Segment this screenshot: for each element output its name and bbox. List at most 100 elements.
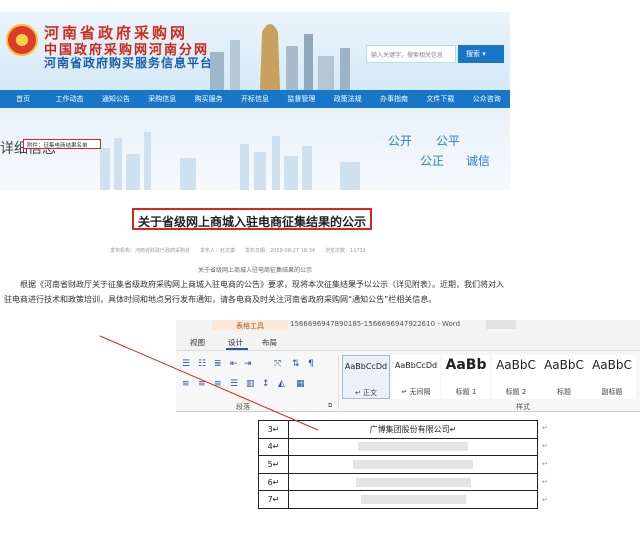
redacted-text — [353, 459, 473, 469]
style-title[interactable]: AaBbC 标题 — [540, 355, 588, 399]
style-name: 标题 — [557, 388, 571, 396]
row-number: 6↵ — [258, 472, 289, 492]
slogan-integrity: 诚信 — [466, 154, 491, 168]
nav-item-services[interactable]: 购买服务 — [185, 94, 231, 104]
ribbon-separator — [338, 355, 339, 409]
style-name: ↵ 无间隔 — [401, 388, 431, 396]
decrease-indent-icon[interactable]: ⇤ — [230, 359, 238, 369]
multilevel-list-icon[interactable]: ≣ — [214, 359, 222, 369]
nav-item-notices[interactable]: 通知公告 — [93, 94, 139, 104]
bullets-icon[interactable]: ☰ — [182, 359, 190, 369]
chinese-layout-icon[interactable]: ⤧ — [274, 359, 281, 369]
increase-indent-icon[interactable]: ⇥ — [244, 359, 252, 369]
style-sample: AaBbCcDd — [344, 362, 388, 371]
end-of-row-mark: ↵ — [542, 496, 548, 504]
paragraph-group-label: 段落 — [236, 403, 250, 411]
word-title-and-tabs: 表格工具 1566696947890185-1566696947922610 -… — [176, 320, 640, 350]
style-sample: AaBbC — [544, 358, 584, 372]
company-cell — [288, 490, 538, 509]
end-of-row-mark: ↵ — [542, 424, 548, 432]
row-number: 4↵ — [258, 437, 289, 457]
sort-icon[interactable]: ⇅ — [292, 359, 300, 369]
detail-banner: 详细信息 公开 公平 公正 诚信 — [0, 108, 510, 190]
article-meta: 发布机构：河南省财政厅政府采购处 发布人：赵文康 发布日期：2019-08-27… — [110, 248, 366, 254]
show-marks-icon[interactable]: ¶ — [308, 359, 314, 369]
end-of-row-mark: ↵ — [542, 460, 548, 468]
style-sample: AaBbC — [496, 358, 536, 372]
company-cell — [288, 437, 538, 457]
table-tools-tab[interactable]: 表格工具 — [212, 320, 288, 330]
justify-icon[interactable]: ☰ — [230, 379, 238, 389]
align-right-icon[interactable]: ≡ — [214, 379, 222, 389]
nav-item-supervision[interactable]: 监督管理 — [278, 94, 324, 104]
style-name: ↵ 正文 — [354, 389, 378, 397]
style-heading-1[interactable]: AaBb 标题 1 — [442, 355, 490, 399]
table-row: 7↵ — [258, 490, 538, 509]
table-row: 6↵ — [258, 472, 538, 492]
table-row: 3↵ 广博集团股份有限公司↵ — [258, 420, 538, 439]
attachment-link[interactable]: 附件：征集电商结果名单 — [23, 139, 101, 149]
distributed-icon[interactable]: ▥ — [246, 379, 255, 389]
site-header: 河南省政府采购网 中国政府采购网河南分网 河南省政府购买服务信息平台 输入关键字… — [0, 12, 510, 90]
paragraph-group: ☰ ☷ ≣ ⇤ ⇥ ⤧ ⇅ ¶ ≡ ≡ ≡ ☰ ▥ ↕ ◭ ▦ — [178, 357, 328, 403]
article: 关于省级网上商城入驻电商征集结果的公示 发布机构：河南省财政厅政府采购处 发布人… — [0, 190, 510, 340]
slogan-open: 公开 — [388, 134, 413, 148]
search-button[interactable]: 搜索 ▾ — [458, 45, 504, 63]
style-sample: AaBb — [445, 357, 487, 373]
styles-group-label: 样式 — [516, 403, 530, 411]
line-spacing-icon[interactable]: ↕ — [262, 379, 270, 389]
end-of-row-mark: ↵ — [542, 478, 548, 486]
company-cell — [288, 455, 538, 474]
redacted-text — [358, 442, 468, 452]
shading-icon[interactable]: ◭ — [278, 379, 285, 389]
site-subtitle-2: 河南省政府购买服务信息平台 — [44, 56, 214, 70]
nav-item-home[interactable]: 首页 — [0, 94, 46, 104]
nav-item-procurement[interactable]: 采购信息 — [139, 94, 185, 104]
row-number: 7↵ — [258, 490, 289, 509]
redacted-block — [486, 320, 516, 329]
borders-icon[interactable]: ▦ — [296, 379, 305, 389]
company-cell: 广博集团股份有限公司↵ — [288, 420, 538, 439]
style-name: 副标题 — [601, 388, 623, 396]
nav-item-guide[interactable]: 办事指南 — [371, 94, 417, 104]
style-name: 标题 1 — [455, 388, 477, 396]
nav-item-work-news[interactable]: 工作动态 — [46, 94, 92, 104]
word-window: 表格工具 1566696947890185-1566696947922610 -… — [176, 320, 640, 536]
dialog-launcher-icon[interactable]: ⧉ — [328, 402, 332, 410]
skyline-illustration — [210, 24, 350, 90]
align-center-icon[interactable]: ≡ — [198, 379, 206, 389]
article-title: 关于省级网上商城入驻电商征集结果的公示 — [132, 208, 372, 230]
style-normal[interactable]: AaBbCcDd ↵ 正文 — [342, 355, 390, 399]
row-number: 5↵ — [258, 455, 289, 474]
redacted-text — [355, 477, 471, 487]
style-subtitle[interactable]: AaBbC 副标题 — [588, 355, 636, 399]
city-skyline-illustration — [100, 132, 360, 190]
row-number: 3↵ — [258, 420, 289, 439]
table-row: 4↵ — [258, 437, 538, 457]
style-name: 标题 2 — [505, 388, 527, 396]
tab-layout[interactable]: 布局 — [262, 337, 277, 348]
nav-item-bid-opening[interactable]: 开标信息 — [232, 94, 278, 104]
document-title: 1566696947890185-1566696947922610 - Word — [290, 320, 461, 328]
article-body: 根据《河南省财政厅关于征集省级政府采购网上商城入驻电商的公告》要求，现将本次征集… — [4, 280, 504, 304]
nav-item-consult[interactable]: 公众咨询 — [464, 94, 510, 104]
numbering-icon[interactable]: ☷ — [198, 359, 206, 369]
search-input[interactable]: 输入关键字，搜索相关信息 — [366, 45, 456, 63]
style-sample: AaBbCcDd — [394, 361, 438, 370]
end-of-row-mark: ↵ — [542, 442, 548, 450]
nav-item-downloads[interactable]: 文件下载 — [417, 94, 463, 104]
tab-view[interactable]: 视图 — [190, 337, 205, 348]
style-heading-2[interactable]: AaBbC 标题 2 — [492, 355, 540, 399]
table-row: 5↵ — [258, 455, 538, 474]
slogan-just: 公正 — [420, 154, 445, 168]
redacted-text — [360, 495, 466, 505]
align-left-icon[interactable]: ≡ — [182, 379, 190, 389]
nav-item-policies[interactable]: 政策法规 — [325, 94, 371, 104]
main-nav: 首页 工作动态 通知公告 采购信息 购买服务 开标信息 监督管理 政策法规 办事… — [0, 90, 510, 108]
style-sample: AaBbC — [592, 358, 632, 372]
tab-design[interactable]: 设计 — [228, 337, 243, 348]
slogan-fair: 公平 — [436, 134, 461, 148]
national-emblem-icon — [6, 24, 38, 56]
style-no-spacing[interactable]: AaBbCcDd ↵ 无间隔 — [392, 355, 440, 399]
document-area: 3↵ 广博集团股份有限公司↵ 4↵ 5↵ 6↵ 7↵ ↵ ↵ ↵ ↵ ↵ — [176, 412, 640, 536]
